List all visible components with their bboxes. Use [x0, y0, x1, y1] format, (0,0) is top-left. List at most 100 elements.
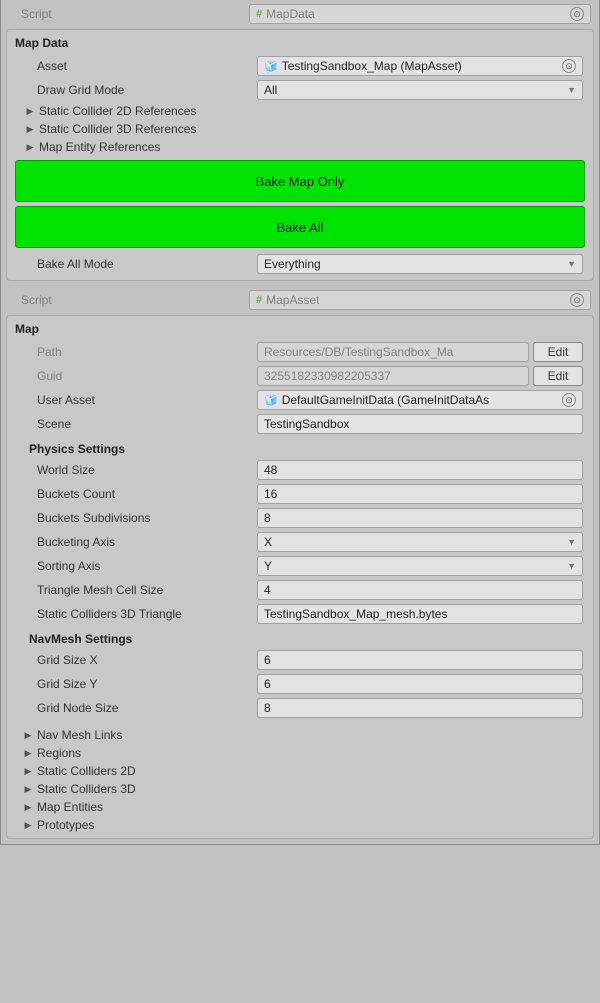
bucketscount-label: Buckets Count: [37, 487, 115, 501]
drawgridmode-row: Draw Grid Mode All ▼: [9, 78, 591, 102]
arrow-right-icon: ▶: [23, 766, 33, 777]
cs-script-icon: #: [256, 294, 262, 306]
foldout-static2d-ref[interactable]: ▶ Static Collider 2D References: [9, 102, 591, 120]
drawgridmode-value: All: [264, 83, 277, 97]
worldsize-value: 48: [264, 463, 277, 477]
asset-icon: 🧊: [264, 60, 278, 73]
button-label: Edit: [548, 369, 569, 383]
bakeallmode-select[interactable]: Everything ▼: [257, 254, 583, 274]
gridx-input[interactable]: 6: [257, 650, 583, 670]
bucketscount-input[interactable]: 16: [257, 484, 583, 504]
gridy-label: Grid Size Y: [37, 677, 97, 691]
foldout-label: Prototypes: [37, 818, 94, 832]
foldout-regions[interactable]: ▶ Regions: [9, 744, 591, 762]
dropdown-icon: ▼: [567, 85, 576, 95]
gridy-input[interactable]: 6: [257, 674, 583, 694]
scene-label: Scene: [37, 417, 71, 431]
object-picker-icon[interactable]: ⊙: [562, 59, 576, 73]
drawgridmode-select[interactable]: All ▼: [257, 80, 583, 100]
sortingaxis-select[interactable]: Y▼: [257, 556, 583, 576]
foldout-mapentity-ref[interactable]: ▶ Map Entity References: [9, 138, 591, 156]
asset-icon: 🧊: [264, 394, 278, 407]
script-mapdata-field: # MapData ⊙: [249, 4, 591, 24]
userasset-label: User Asset: [37, 393, 95, 407]
gridy-row: Grid Size Y 6: [9, 672, 591, 696]
foldout-label: Map Entity References: [39, 140, 160, 154]
gridnode-value: 8: [264, 701, 271, 715]
arrow-right-icon: ▶: [23, 748, 33, 759]
object-picker-icon[interactable]: ⊙: [570, 293, 584, 307]
object-picker-icon[interactable]: ⊙: [570, 7, 584, 21]
foldout-label: Static Collider 3D References: [39, 122, 196, 136]
bucketssubdiv-row: Buckets Subdivisions 8: [9, 506, 591, 530]
gridx-label: Grid Size X: [37, 653, 98, 667]
foldout-label: Map Entities: [37, 800, 103, 814]
bucketingaxis-select[interactable]: X▼: [257, 532, 583, 552]
cs-script-icon: #: [256, 8, 262, 20]
asset-label: Asset: [37, 59, 67, 73]
guid-value: 3255182330982205337: [264, 369, 391, 383]
bucketssubdiv-input[interactable]: 8: [257, 508, 583, 528]
path-value: Resources/DB/TestingSandbox_Ma: [264, 345, 453, 359]
foldout-label: Regions: [37, 746, 81, 760]
foldout-static3d[interactable]: ▶ Static Colliders 3D: [9, 780, 591, 798]
arrow-right-icon: ▶: [25, 106, 35, 117]
arrow-right-icon: ▶: [23, 802, 33, 813]
path-field: Resources/DB/TestingSandbox_Ma: [257, 342, 529, 362]
bake-all-button[interactable]: Bake All: [15, 206, 585, 248]
foldout-navmeshlinks[interactable]: ▶ Nav Mesh Links: [9, 726, 591, 744]
bucketssubdiv-value: 8: [264, 511, 271, 525]
gridy-value: 6: [264, 677, 271, 691]
bake-map-only-button[interactable]: Bake Map Only: [15, 160, 585, 202]
bucketingaxis-value: X: [264, 535, 272, 549]
script-value: MapAsset: [266, 293, 319, 307]
foldout-static3d-ref[interactable]: ▶ Static Collider 3D References: [9, 120, 591, 138]
script-label: Script: [9, 7, 249, 21]
scene-input[interactable]: TestingSandbox: [257, 414, 583, 434]
path-edit-button[interactable]: Edit: [533, 342, 583, 362]
guid-field: 3255182330982205337: [257, 366, 529, 386]
asset-object-field[interactable]: 🧊 TestingSandbox_Map (MapAsset) ⊙: [257, 56, 583, 76]
dropdown-icon: ▼: [567, 537, 576, 547]
foldout-prototypes[interactable]: ▶ Prototypes: [9, 816, 591, 834]
trimeshcell-label: Triangle Mesh Cell Size: [37, 583, 163, 597]
button-label: Bake All: [277, 220, 324, 235]
physics-settings-header: Physics Settings: [9, 436, 591, 458]
map-section: Map Path Resources/DB/TestingSandbox_Ma …: [6, 315, 594, 839]
trimeshcell-input[interactable]: 4: [257, 580, 583, 600]
arrow-right-icon: ▶: [23, 730, 33, 741]
guid-edit-button[interactable]: Edit: [533, 366, 583, 386]
script-mapasset-field: # MapAsset ⊙: [249, 290, 591, 310]
foldout-label: Nav Mesh Links: [37, 728, 122, 742]
trimeshcell-row: Triangle Mesh Cell Size 4: [9, 578, 591, 602]
foldout-mapentities[interactable]: ▶ Map Entities: [9, 798, 591, 816]
script-row-mapasset: Script # MapAsset ⊙: [1, 286, 599, 312]
sortingaxis-row: Sorting Axis Y▼: [9, 554, 591, 578]
drawgridmode-label: Draw Grid Mode: [37, 83, 124, 97]
dropdown-icon: ▼: [567, 259, 576, 269]
userasset-object-field[interactable]: 🧊 DefaultGameInitData (GameInitDataAs ⊙: [257, 390, 583, 410]
foldout-static2d[interactable]: ▶ Static Colliders 2D: [9, 762, 591, 780]
gridx-value: 6: [264, 653, 271, 667]
worldsize-row: World Size 48: [9, 458, 591, 482]
arrow-right-icon: ▶: [25, 124, 35, 135]
bucketscount-value: 16: [264, 487, 277, 501]
scene-value: TestingSandbox: [264, 417, 349, 431]
asset-row: Asset 🧊 TestingSandbox_Map (MapAsset) ⊙: [9, 54, 591, 78]
guid-label: Guid: [37, 369, 62, 383]
statictri-input[interactable]: TestingSandbox_Map_mesh.bytes: [257, 604, 583, 624]
foldout-label: Static Colliders 2D: [37, 764, 136, 778]
gridnode-input[interactable]: 8: [257, 698, 583, 718]
arrow-right-icon: ▶: [23, 784, 33, 795]
sortingaxis-value: Y: [264, 559, 272, 573]
script-row-mapdata: Script # MapData ⊙: [1, 0, 599, 26]
guid-row: Guid 3255182330982205337 Edit: [9, 364, 591, 388]
script-label: Script: [9, 293, 249, 307]
worldsize-input[interactable]: 48: [257, 460, 583, 480]
path-label: Path: [37, 345, 62, 359]
foldout-label: Static Collider 2D References: [39, 104, 196, 118]
dropdown-icon: ▼: [567, 561, 576, 571]
gridnode-row: Grid Node Size 8: [9, 696, 591, 720]
gridx-row: Grid Size X 6: [9, 648, 591, 672]
object-picker-icon[interactable]: ⊙: [562, 393, 576, 407]
